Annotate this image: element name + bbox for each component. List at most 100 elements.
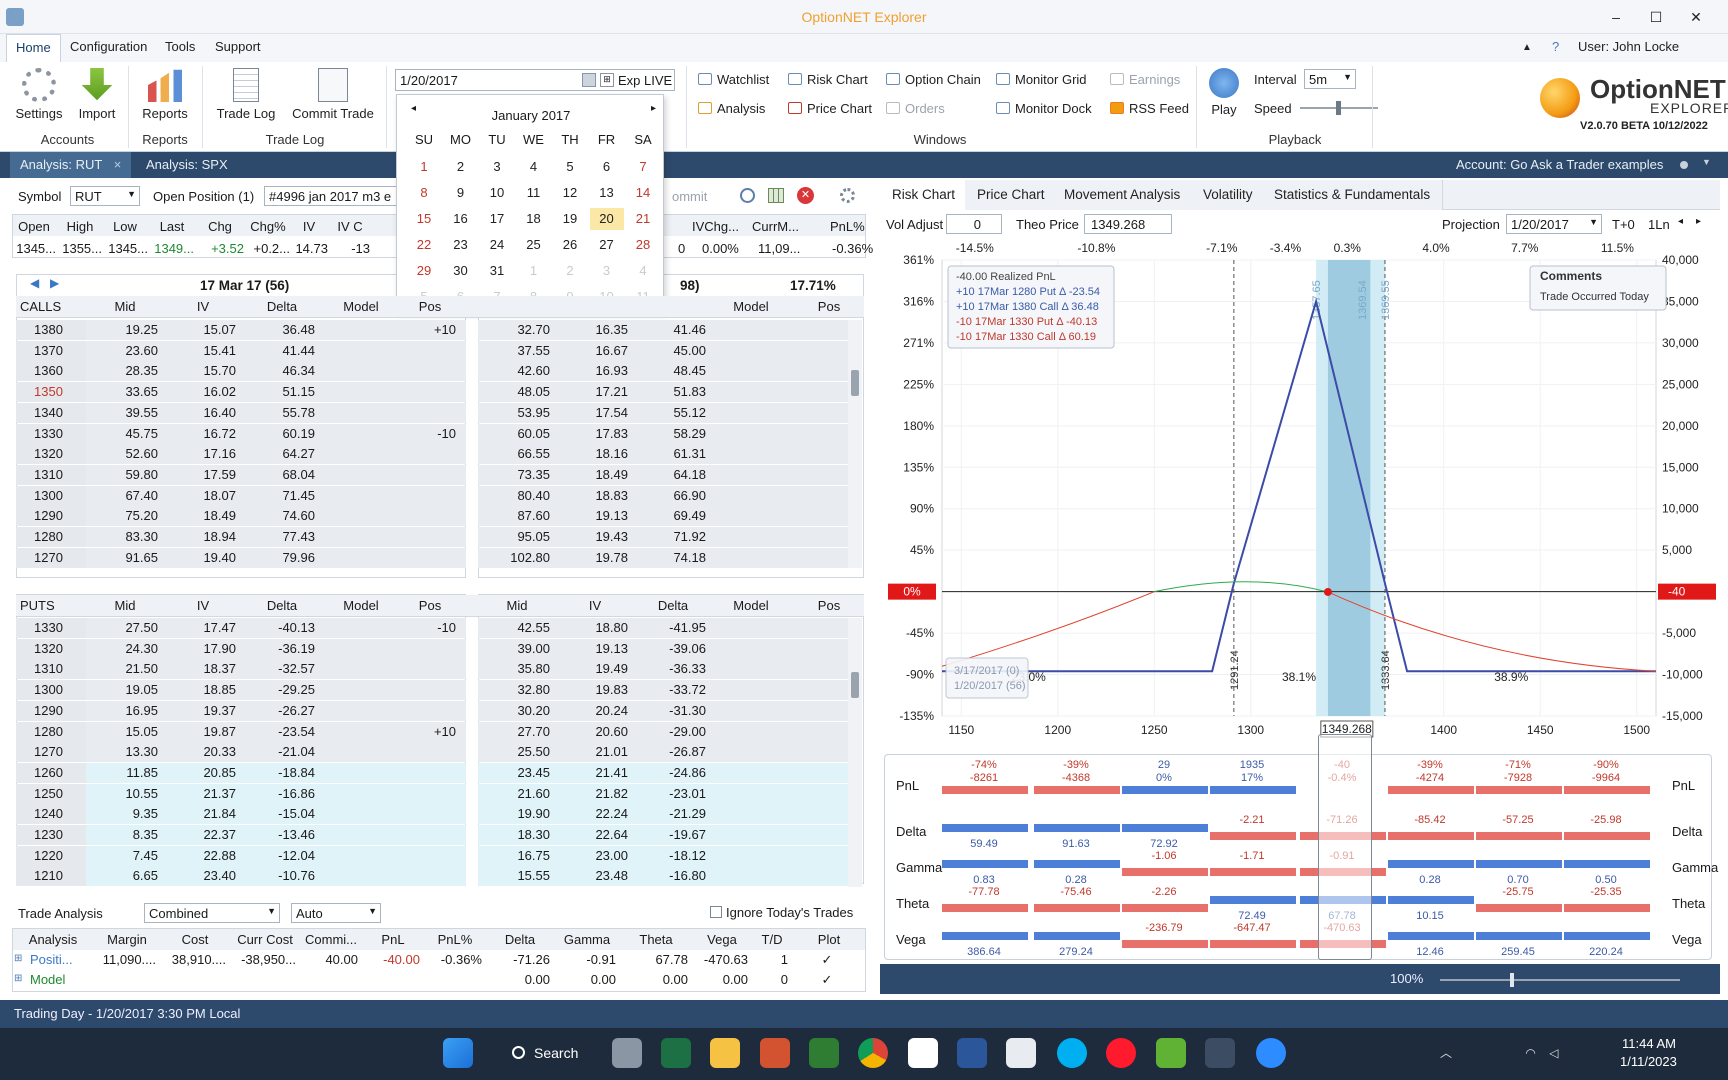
puts-cell[interactable]: 7.45: [86, 848, 158, 863]
volume-icon[interactable]: ◁: [1549, 1046, 1558, 1060]
puts-col-header-right[interactable]: Model: [712, 598, 790, 613]
ta-cell[interactable]: 0.00: [692, 972, 748, 987]
calls-cell[interactable]: 60.19: [243, 426, 315, 441]
pnl-value-bottom[interactable]: -8261: [944, 772, 1024, 784]
vega-bar[interactable]: [1564, 932, 1650, 940]
zoom-icon[interactable]: [1256, 1038, 1286, 1068]
delta-value[interactable]: 59.49: [944, 838, 1024, 850]
puts-cell-right[interactable]: 20.60: [556, 724, 628, 739]
theta-value[interactable]: 72.49: [1212, 910, 1292, 922]
calendar-dow[interactable]: FR: [590, 132, 624, 147]
greek-label-left[interactable]: PnL: [896, 778, 919, 793]
calls-cell[interactable]: 17.59: [164, 467, 236, 482]
play-button[interactable]: Play: [1206, 68, 1242, 117]
calls-strike-cell[interactable]: 1300: [16, 485, 86, 506]
calendar-day[interactable]: 26: [553, 234, 587, 256]
calls-cell-right[interactable]: 48.05: [478, 384, 550, 399]
watchlist-link[interactable]: Watchlist: [698, 72, 769, 87]
optionnet-taskbar-icon[interactable]: [1205, 1038, 1235, 1068]
calls-cell[interactable]: 46.34: [243, 363, 315, 378]
calendar-day[interactable]: 30: [444, 260, 478, 282]
puts-col-header[interactable]: Pos: [400, 598, 460, 613]
puts-cell[interactable]: 19.87: [164, 724, 236, 739]
puts-cell-right[interactable]: 19.49: [556, 661, 628, 676]
calendar-dow[interactable]: TU: [480, 132, 514, 147]
calls-cell-right[interactable]: 18.16: [556, 446, 628, 461]
lines-label[interactable]: 1Ln: [1648, 217, 1670, 232]
calendar-day[interactable]: 1: [407, 156, 441, 178]
puts-cell[interactable]: -13.46: [243, 827, 315, 842]
puts-cell-right[interactable]: 15.55: [478, 868, 550, 883]
puts-pos-cell[interactable]: +10: [400, 724, 456, 739]
ta-cell[interactable]: Positi...: [12, 952, 90, 967]
calls-cell[interactable]: 83.30: [86, 529, 158, 544]
puts-cell-right[interactable]: 32.80: [478, 682, 550, 697]
puts-cell-right[interactable]: -33.72: [634, 682, 706, 697]
gamma-value[interactable]: 0.83: [944, 874, 1024, 886]
calls-cell[interactable]: 18.49: [164, 508, 236, 523]
calls-cell[interactable]: 19.40: [164, 550, 236, 565]
orders-link[interactable]: Orders: [886, 101, 945, 116]
quote-header[interactable]: Open: [12, 219, 56, 234]
puts-strike-cell[interactable]: 1290: [16, 700, 86, 721]
calendar-day[interactable]: 18: [517, 208, 551, 230]
calendar-day-selected[interactable]: 20: [589, 208, 624, 230]
clock-date[interactable]: 1/11/2023: [1620, 1054, 1677, 1069]
camtasia-icon[interactable]: [1156, 1038, 1186, 1068]
skype-icon[interactable]: [1057, 1038, 1087, 1068]
quote-value[interactable]: -13: [330, 241, 370, 256]
pnl-value-top[interactable]: -74%: [944, 759, 1024, 771]
calls-strike-cell[interactable]: 1340: [16, 402, 86, 423]
calls-strike-cell[interactable]: 1290: [16, 506, 86, 527]
greek-label-left[interactable]: Delta: [896, 824, 926, 839]
excel-icon[interactable]: [661, 1038, 691, 1068]
gamma-bar[interactable]: [1122, 868, 1208, 876]
tray-chevron-up-icon[interactable]: ︿: [1440, 1046, 1452, 1060]
monitor-dock-link[interactable]: Monitor Dock: [996, 101, 1092, 116]
calendar-next-icon[interactable]: ▸: [651, 103, 656, 114]
vega-value[interactable]: 12.46: [1390, 946, 1470, 958]
puts-strike-cell[interactable]: 1270: [16, 742, 86, 763]
puts-cell[interactable]: 21.37: [164, 786, 236, 801]
calls-cell-right[interactable]: 87.60: [478, 508, 550, 523]
puts-cell-right[interactable]: 39.00: [478, 641, 550, 656]
ta-col-header[interactable]: PnL%: [424, 932, 486, 947]
ta-col-header[interactable]: Cost: [160, 932, 230, 947]
calls-cell[interactable]: 18.07: [164, 488, 236, 503]
ta-cell[interactable]: -38,950...: [230, 952, 296, 967]
powerpoint-icon[interactable]: [760, 1038, 790, 1068]
ta-col-header[interactable]: Delta: [486, 932, 554, 947]
calls-cell[interactable]: 64.27: [243, 446, 315, 461]
theta-bar[interactable]: [1388, 896, 1474, 904]
app-icon-green[interactable]: [809, 1038, 839, 1068]
gamma-value[interactable]: -1.71: [1212, 850, 1292, 862]
puts-cell-right[interactable]: -36.33: [634, 661, 706, 676]
calls-pos-cell[interactable]: -10: [400, 426, 456, 441]
greek-label-right[interactable]: Delta: [1672, 824, 1702, 839]
puts-cell[interactable]: 24.30: [86, 641, 158, 656]
tab-analysis-spx[interactable]: Analysis: SPX: [136, 152, 238, 178]
exp-toggle-icon[interactable]: ⊞: [600, 73, 614, 87]
calls-cell[interactable]: 74.60: [243, 508, 315, 523]
theta-value[interactable]: -2.26: [1124, 886, 1204, 898]
puts-cell[interactable]: 18.85: [164, 682, 236, 697]
calendar-day[interactable]: 28: [626, 234, 660, 256]
calls-strike-cell[interactable]: 1330: [16, 423, 86, 444]
puts-cell[interactable]: 17.47: [164, 620, 236, 635]
gamma-bar[interactable]: [1476, 860, 1562, 868]
ta-cell[interactable]: 0.00: [486, 972, 550, 987]
delta-value[interactable]: -25.98: [1566, 814, 1646, 826]
puts-cell-right[interactable]: 19.90: [478, 806, 550, 821]
calendar-day[interactable]: 21: [626, 208, 660, 230]
quote-value[interactable]: -0.36%: [832, 241, 873, 256]
calls-cell-right[interactable]: 18.83: [556, 488, 628, 503]
delta-value[interactable]: -85.42: [1390, 814, 1470, 826]
calendar-dow[interactable]: SU: [407, 132, 441, 147]
ta-col-header[interactable]: Plot: [792, 932, 866, 947]
puts-cell[interactable]: -16.86: [243, 786, 315, 801]
puts-cell[interactable]: -15.04: [243, 806, 315, 821]
vega-value[interactable]: 386.64: [944, 946, 1024, 958]
calls-cell[interactable]: 67.40: [86, 488, 158, 503]
calls-strike-cell[interactable]: 1270: [16, 547, 86, 568]
puts-cell-right[interactable]: 35.80: [478, 661, 550, 676]
